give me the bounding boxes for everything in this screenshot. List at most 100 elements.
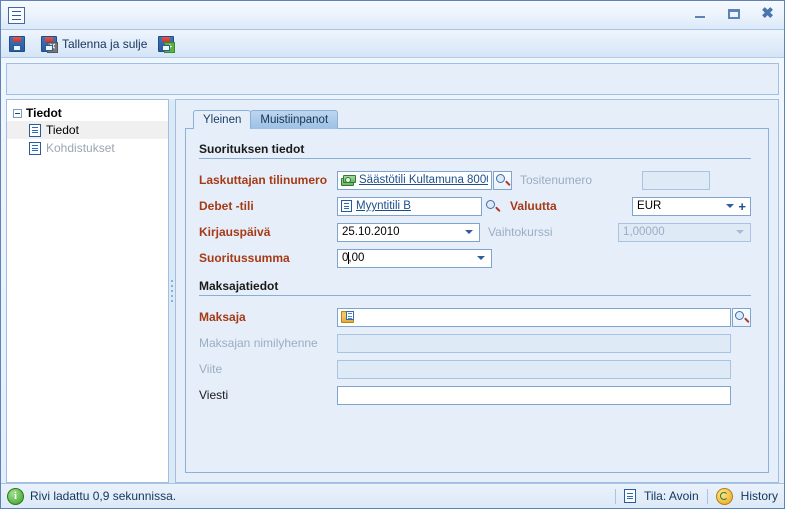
- status-bar: i Rivi ladattu 0,9 sekunnissa. Tila: Avo…: [1, 483, 784, 508]
- input-debet-tili[interactable]: Myyntitili B: [337, 196, 483, 216]
- input-suoritussumma[interactable]: 0,00: [337, 248, 492, 268]
- sidebar-item-tiedot[interactable]: Tiedot: [7, 121, 168, 139]
- document-icon: [29, 141, 41, 155]
- row-laskuttajan-tilinumero: Laskuttajan tilinumero Säästötili Kultam…: [199, 167, 751, 193]
- collapse-icon[interactable]: [13, 108, 22, 118]
- tab-label: Muistiinpanot: [260, 114, 329, 126]
- save-and-new-button[interactable]: +: [156, 33, 181, 55]
- save-and-new-icon: +: [158, 35, 176, 53]
- sidebar-item-label: Tiedot: [46, 123, 79, 137]
- status-message-area: i Rivi ladattu 0,9 sekunnissa.: [7, 487, 609, 505]
- maximize-button[interactable]: [723, 4, 744, 23]
- close-icon: ✖: [761, 5, 774, 22]
- sidebar-item-kohdistukset[interactable]: Kohdistukset: [7, 139, 168, 157]
- sidebar-item-label: Kohdistukset: [46, 141, 115, 155]
- main-body: Tiedot Tiedot Kohdistukset Yleinen Muist…: [6, 99, 779, 483]
- save-button[interactable]: [7, 33, 32, 55]
- folder-icon: [341, 310, 356, 324]
- section-title-suorituksen-tiedot: Suorituksen tiedot: [199, 142, 751, 159]
- input-viite[interactable]: [337, 359, 731, 379]
- row-maksaja: Maksaja: [199, 304, 751, 330]
- tab-muistiinpanot[interactable]: Muistiinpanot: [250, 110, 339, 129]
- vaihtokurssi-value: 1,00000: [623, 226, 665, 238]
- laskuttajan-tilinumero-value: Säästötili Kultamuna 800025-12...: [359, 174, 488, 186]
- page-glyph: [346, 310, 354, 320]
- label-valuutta: Valuutta: [510, 199, 557, 213]
- chevron-down-icon[interactable]: [736, 230, 744, 234]
- document-icon: [341, 200, 352, 212]
- tab-container: Yleinen Muistiinpanot Suorituksen tiedot…: [185, 109, 769, 473]
- input-kirjauspaiva[interactable]: 25.10.2010: [337, 222, 481, 242]
- valuutta-value: EUR: [637, 200, 662, 212]
- menu-lines: [12, 10, 21, 20]
- tree-root-tiedot[interactable]: Tiedot: [7, 105, 168, 121]
- magnifier-icon: [735, 310, 750, 324]
- tree-root-label: Tiedot: [26, 106, 62, 120]
- suoritussumma-value-after: ,00: [348, 252, 365, 265]
- close-badge-icon: ✕: [47, 41, 58, 53]
- info-icon: i: [7, 487, 24, 505]
- input-maksaja[interactable]: [337, 307, 731, 327]
- row-viesti: Viesti: [199, 382, 751, 408]
- save-and-close-button[interactable]: ✕ Tallenna ja sulje: [39, 33, 149, 55]
- document-icon: [29, 123, 41, 137]
- tab-yleinen[interactable]: Yleinen: [193, 110, 252, 129]
- section-title-maksajatiedot: Maksajatiedot: [199, 279, 751, 296]
- content-panel: Yleinen Muistiinpanot Suorituksen tiedot…: [175, 99, 779, 483]
- plus-icon[interactable]: +: [738, 200, 748, 213]
- row-viite: Viite: [199, 356, 751, 382]
- save-and-close-icon: ✕: [41, 35, 58, 53]
- input-tositenumero[interactable]: [642, 170, 710, 190]
- minimize-icon: [694, 16, 705, 18]
- plus-badge-icon: +: [164, 41, 176, 53]
- chevron-down-icon[interactable]: [477, 256, 485, 260]
- input-laskuttajan-tilinumero[interactable]: Säästötili Kultamuna 800025-12...: [337, 170, 492, 190]
- system-menu-icon[interactable]: [8, 6, 25, 24]
- lookup-button-laskuttajan-tilinumero[interactable]: [493, 170, 512, 190]
- row-kirjauspaiva: Kirjauspäivä 25.10.2010 Vaihtokurssi 1,0…: [199, 219, 751, 245]
- application-window: ✖ ✕ Tallenna ja sulje + Tiedot Tiedot Ko…: [0, 0, 785, 509]
- row-maksajan-nimilyhenne: Maksajan nimilyhenne: [199, 330, 751, 356]
- minimize-button[interactable]: [689, 4, 710, 23]
- close-button[interactable]: ✖: [757, 4, 778, 23]
- splitter-dots: [170, 280, 174, 302]
- tab-page-yleinen: Suorituksen tiedot Laskuttajan tilinumer…: [185, 128, 769, 473]
- lookup-button-debet-tili[interactable]: [483, 197, 502, 216]
- header-panel: [6, 63, 779, 95]
- label-debet-tili: Debet -tili: [199, 199, 254, 213]
- status-message: Rivi ladattu 0,9 sekunnissa.: [30, 489, 177, 503]
- label-maksajan-nimilyhenne: Maksajan nimilyhenne: [199, 336, 318, 350]
- label-viesti: Viesti: [199, 388, 229, 402]
- history-label[interactable]: History: [741, 489, 778, 503]
- label-maksaja: Maksaja: [199, 310, 246, 324]
- tab-strip: Yleinen Muistiinpanot: [185, 109, 769, 129]
- tab-label: Yleinen: [203, 114, 242, 126]
- save-and-close-label: Tallenna ja sulje: [62, 36, 148, 51]
- label-suoritussumma: Suoritussumma: [199, 251, 290, 265]
- history-icon[interactable]: [715, 487, 733, 505]
- input-vaihtokurssi[interactable]: 1,00000: [618, 222, 751, 242]
- kirjauspaiva-value: 25.10.2010: [342, 226, 400, 238]
- lookup-button-maksaja[interactable]: [732, 307, 751, 327]
- select-valuutta[interactable]: EUR +: [632, 196, 751, 216]
- row-suoritussumma: Suoritussumma 0,00: [199, 245, 751, 271]
- input-viesti[interactable]: [337, 385, 731, 405]
- label-laskuttajan-tilinumero: Laskuttajan tilinumero: [199, 173, 328, 187]
- title-bar: ✖: [1, 1, 784, 30]
- input-maksajan-nimilyhenne[interactable]: [337, 333, 731, 353]
- chevron-down-icon[interactable]: [726, 204, 735, 208]
- label-kirjauspaiva: Kirjauspäivä: [199, 225, 271, 239]
- chevron-down-icon[interactable]: [465, 230, 474, 234]
- suoritussumma-value: 0,00: [342, 251, 477, 265]
- separator: [706, 488, 708, 504]
- navigation-sidebar: Tiedot Tiedot Kohdistukset: [6, 99, 169, 483]
- toolbar: ✕ Tallenna ja sulje +: [1, 30, 784, 58]
- save-icon: [9, 35, 25, 52]
- label-vaihtokurssi: Vaihtokurssi: [488, 225, 553, 239]
- status-state-label: Tila: Avoin: [643, 489, 699, 503]
- maximize-icon: [727, 8, 740, 19]
- magnifier-icon: [496, 173, 511, 187]
- label-viite: Viite: [199, 362, 223, 376]
- magnifier-icon: [486, 199, 501, 213]
- money-icon: [341, 174, 356, 187]
